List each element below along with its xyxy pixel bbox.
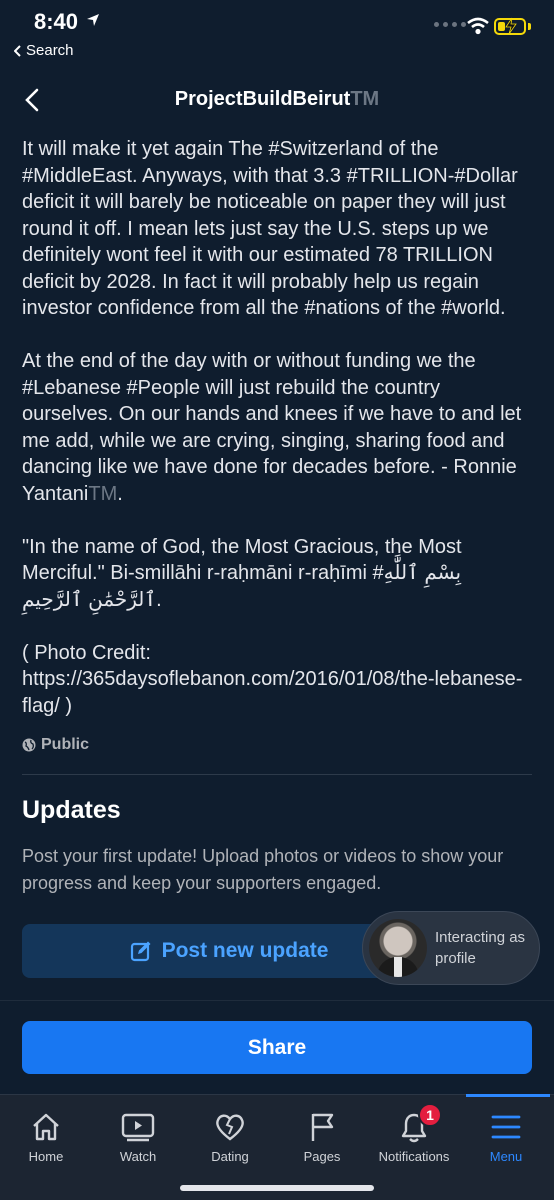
flag-icon	[311, 1113, 334, 1141]
location-arrow-icon	[87, 14, 99, 26]
battery-tip	[528, 23, 531, 30]
nav-dating-label: Dating	[211, 1149, 249, 1164]
nav-home[interactable]: Home	[0, 1095, 92, 1175]
watch-icon	[121, 1113, 155, 1142]
charging-bolt-icon	[505, 17, 517, 35]
nav-menu-label: Menu	[489, 1149, 523, 1164]
wifi-icon	[467, 17, 489, 35]
post-new-update-label: Post new update	[161, 939, 329, 962]
notification-badge: 1	[418, 1103, 442, 1127]
interacting-as-profile-chip[interactable]: Interacting as profile	[362, 911, 540, 985]
cellular-signal-icon	[434, 22, 466, 27]
heart-icon	[216, 1114, 244, 1141]
nav-pages[interactable]: Pages	[276, 1095, 368, 1175]
section-divider	[22, 774, 532, 775]
home-indicator	[180, 1185, 374, 1191]
profile-avatar	[369, 919, 427, 977]
back-to-app-button[interactable]: Search	[14, 42, 74, 59]
fundraiser-description: It will make it yet again The #Switzerla…	[22, 136, 534, 719]
menu-icon	[491, 1115, 521, 1139]
page-title-text: ProjectBuildBeirut	[174, 88, 351, 110]
nav-dating[interactable]: Dating	[184, 1095, 276, 1175]
description-paragraph-2: At the end of the day with or without fu…	[22, 348, 534, 507]
interacting-line-2: profile	[435, 950, 476, 967]
page-title: ProjectBuildBeirutTM	[0, 88, 554, 111]
page-header: ProjectBuildBeirutTM	[0, 74, 554, 126]
description-paragraph-3: "In the name of God, the Most Gracious, …	[22, 535, 462, 611]
nav-home-label: Home	[28, 1149, 64, 1164]
paragraph-2-end: .	[117, 482, 123, 505]
privacy-label: Public	[41, 736, 90, 753]
privacy-indicator: Public	[22, 736, 89, 754]
share-divider	[0, 1000, 554, 1001]
updates-heading: Updates	[22, 796, 121, 824]
trademark-mark: TM	[350, 88, 380, 110]
photo-credit-link[interactable]: ( Photo Credit: https://365daysoflebanon…	[22, 640, 534, 720]
interacting-line-1: Interacting as	[435, 929, 526, 946]
interacting-as-label: Interacting as profile	[435, 927, 525, 969]
status-bar: 8:40 Search	[0, 0, 554, 66]
nav-menu[interactable]: Menu	[460, 1095, 552, 1175]
nav-notifications[interactable]: 1 Notifications	[368, 1095, 460, 1175]
nav-watch[interactable]: Watch	[92, 1095, 184, 1175]
edit-icon	[130, 941, 151, 962]
description-paragraph-1: It will make it yet again The #Switzerla…	[22, 138, 518, 319]
share-button[interactable]: Share	[22, 1021, 532, 1074]
back-small-icon	[14, 44, 21, 57]
paragraph-2-text: At the end of the day with or without fu…	[22, 350, 522, 505]
globe-icon	[22, 738, 36, 752]
home-icon	[33, 1113, 59, 1141]
updates-description: Post your first update! Upload photos or…	[22, 846, 504, 893]
nav-notifications-label: Notifications	[378, 1149, 450, 1164]
nav-watch-label: Watch	[119, 1149, 157, 1164]
nav-pages-label: Pages	[303, 1149, 341, 1164]
back-app-label: Search	[26, 42, 74, 59]
paragraph-2-trademark: TM	[88, 482, 118, 505]
status-time: 8:40	[34, 9, 79, 34]
